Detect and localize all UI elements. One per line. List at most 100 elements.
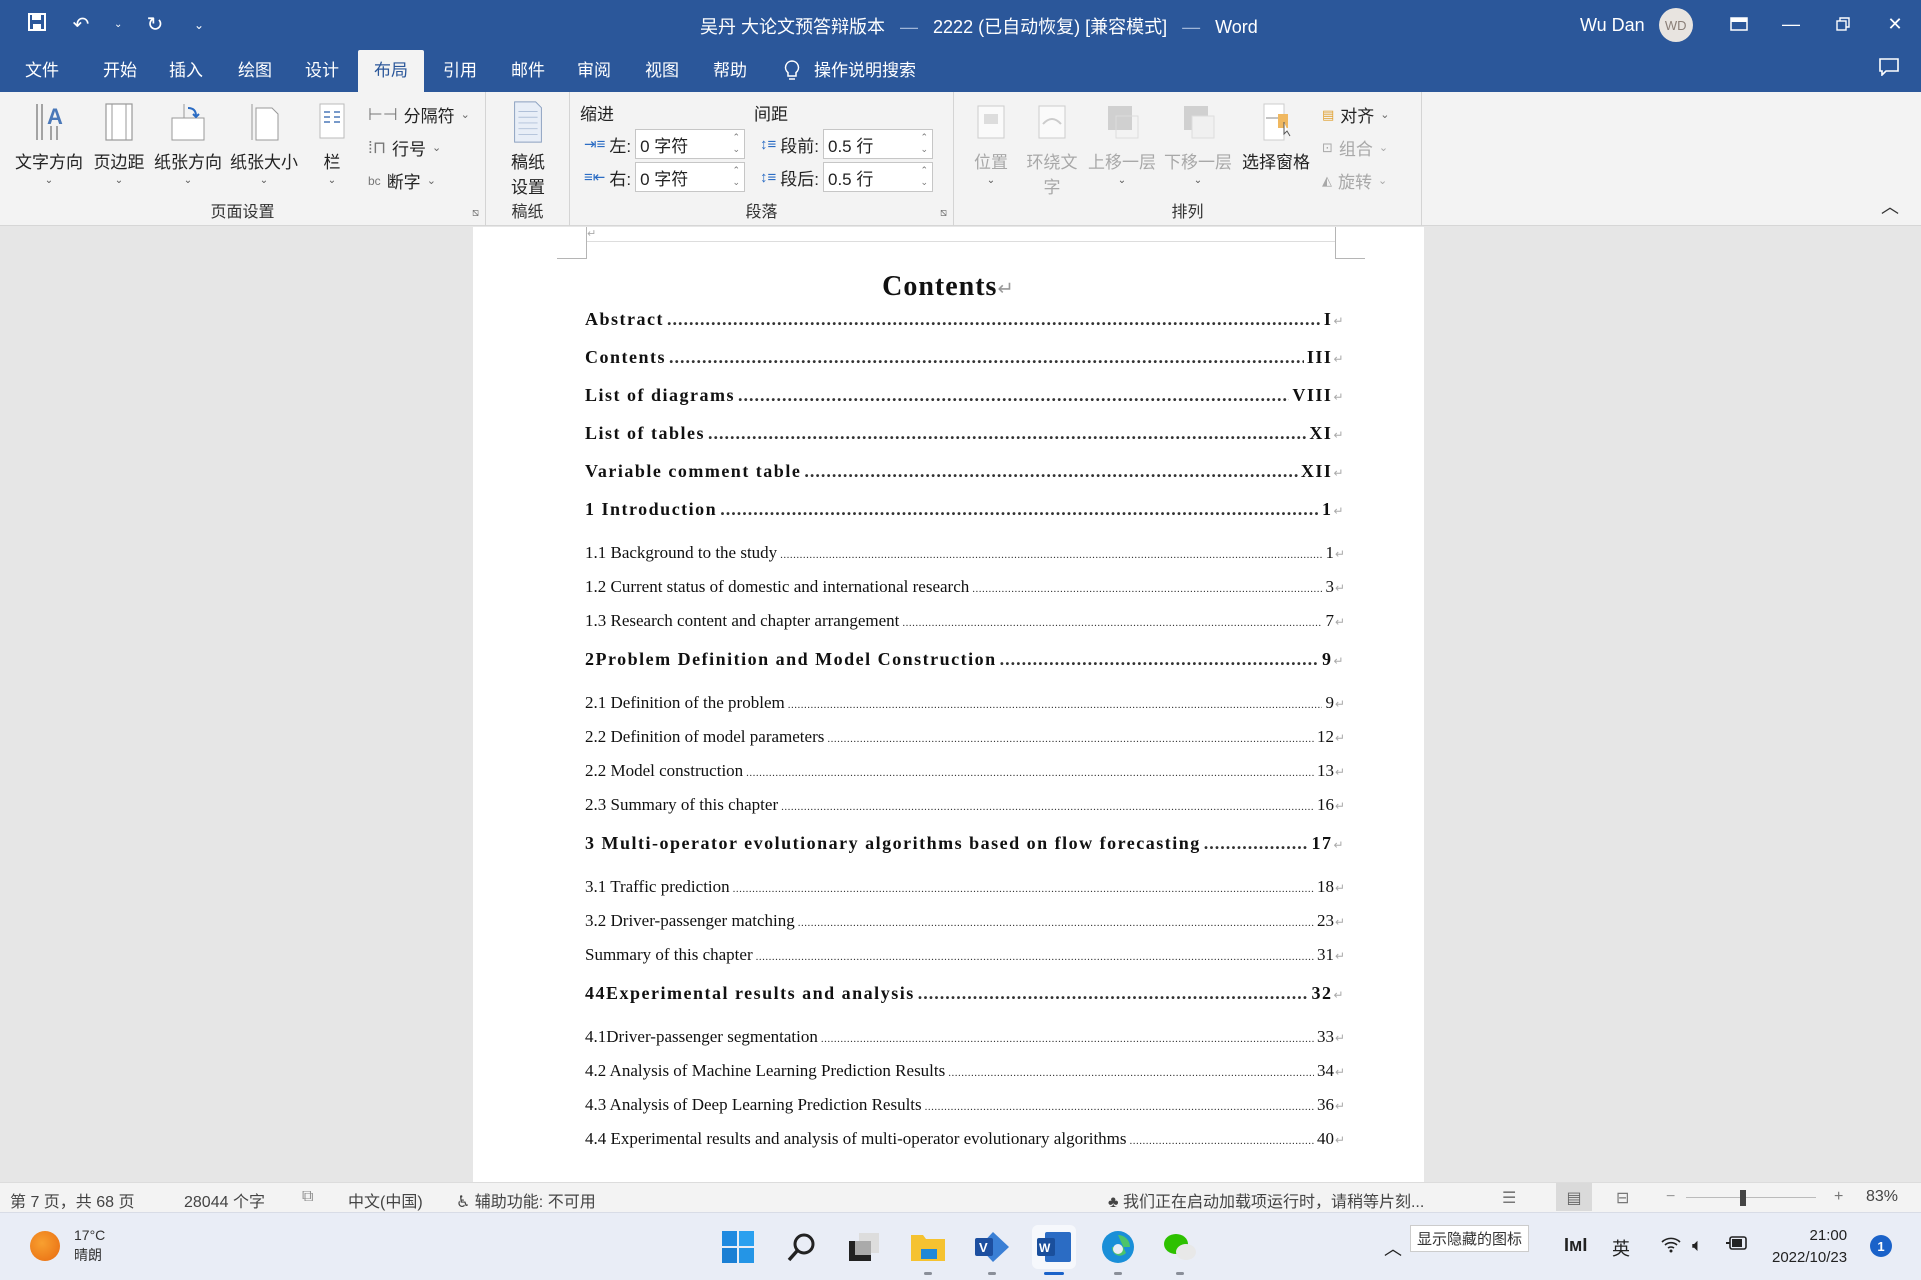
- redo-icon[interactable]: ↻: [144, 12, 166, 37]
- customize-icon[interactable]: ⌄: [188, 18, 210, 32]
- document-page[interactable]: ↵ Contents↵ AbstractI↵ContentsIII↵List o…: [473, 227, 1424, 1182]
- line-numbers-button[interactable]: ⁞⊓ 行号 ⌄: [368, 135, 441, 160]
- proofing-icon[interactable]: ⧉: [302, 1188, 313, 1206]
- spacing-after-input[interactable]: 0.5 行 ⌃ ⌄: [823, 162, 933, 192]
- page-count[interactable]: 第 7 页，共 68 页: [10, 1188, 134, 1212]
- indent-left-spinner[interactable]: ⌃ ⌄: [733, 131, 741, 155]
- toc-entry[interactable]: Contents III↵: [585, 347, 1345, 368]
- file-explorer-button[interactable]: [906, 1225, 950, 1275]
- battery-icon[interactable]: [1726, 1235, 1750, 1256]
- tab-layout[interactable]: 布局: [358, 50, 424, 92]
- zoom-level[interactable]: 83%: [1866, 1188, 1898, 1206]
- toc-entry[interactable]: List of tables XI↵: [585, 423, 1345, 444]
- rotate-button[interactable]: ◭ 旋转 ⌄: [1322, 168, 1387, 193]
- undo-dropdown-icon[interactable]: ⌄: [114, 19, 122, 30]
- toc-entry[interactable]: Summary of this chapter 31↵: [585, 945, 1345, 965]
- indent-left-input[interactable]: 0 字符 ⌃ ⌄: [635, 129, 746, 159]
- toc-entry[interactable]: List of diagrams VIII↵: [585, 385, 1345, 406]
- minimize-button[interactable]: —: [1767, 6, 1815, 42]
- tab-draw[interactable]: 绘图: [227, 50, 283, 92]
- tab-insert[interactable]: 插入: [158, 50, 214, 92]
- toc-entry[interactable]: 44Experimental results and analysis 32↵: [585, 983, 1345, 1004]
- orientation-button[interactable]: 纸张方向 ⌄: [152, 100, 224, 186]
- size-button[interactable]: 纸张大小 ⌄: [228, 100, 300, 186]
- bring-forward-button[interactable]: 上移一层 ⌄: [1086, 100, 1158, 186]
- tab-view[interactable]: 视图: [634, 50, 690, 92]
- toc-entry[interactable]: 1.3 Research content and chapter arrange…: [585, 611, 1345, 631]
- search-button[interactable]: [780, 1225, 824, 1269]
- toc-entry[interactable]: 1 Introduction 1↵: [585, 499, 1345, 520]
- accessibility-status[interactable]: ♿︎ 辅助功能: 不可用: [456, 1188, 596, 1212]
- spacing-before-spinner[interactable]: ⌃ ⌄: [920, 131, 928, 155]
- toc-entry[interactable]: 4.3 Analysis of Deep Learning Prediction…: [585, 1095, 1345, 1115]
- indent-right-input[interactable]: 0 字符 ⌃ ⌄: [635, 162, 746, 192]
- system-clock[interactable]: 21:00 2022/10/23: [1772, 1225, 1847, 1269]
- tab-mailings[interactable]: 邮件: [500, 50, 556, 92]
- toc-entry[interactable]: 4.4 Experimental results and analysis of…: [585, 1129, 1345, 1149]
- weather-sun-icon[interactable]: [30, 1231, 60, 1261]
- columns-button[interactable]: 栏 ⌄: [312, 100, 352, 186]
- zoom-in-button[interactable]: +: [1834, 1188, 1843, 1206]
- zoom-slider-thumb[interactable]: [1740, 1190, 1746, 1206]
- comments-button[interactable]: [1879, 58, 1899, 82]
- wrap-text-button[interactable]: 环绕文 字: [1024, 100, 1080, 198]
- word-count[interactable]: 28044 个字: [184, 1188, 265, 1212]
- tab-file[interactable]: 文件: [14, 50, 70, 92]
- tab-review[interactable]: 审阅: [566, 50, 622, 92]
- wechat-button[interactable]: [1158, 1225, 1202, 1275]
- toc-entry[interactable]: Abstract I↵: [585, 309, 1345, 330]
- toc-entry[interactable]: 2.1 Definition of the problem 9↵: [585, 693, 1345, 713]
- toc-entry[interactable]: 4.2 Analysis of Machine Learning Predict…: [585, 1061, 1345, 1081]
- ime-icon[interactable]: IᴍI: [1564, 1235, 1587, 1256]
- start-button[interactable]: [716, 1225, 760, 1269]
- toc-entry[interactable]: 4.1Driver-passenger segmentation 33↵: [585, 1027, 1345, 1047]
- task-view-button[interactable]: [842, 1225, 886, 1269]
- zoom-out-button[interactable]: −: [1666, 1188, 1675, 1206]
- undo-icon[interactable]: ↶: [70, 12, 92, 37]
- input-mode[interactable]: 英: [1612, 1235, 1630, 1261]
- wifi-icon[interactable]: [1660, 1235, 1682, 1258]
- visio-button[interactable]: V: [970, 1225, 1014, 1275]
- toc-entry[interactable]: 2.2 Definition of model parameters 12↵: [585, 727, 1345, 747]
- toc-entry[interactable]: 1.1 Background to the study 1↵: [585, 543, 1345, 563]
- tab-design[interactable]: 设计: [294, 50, 350, 92]
- toc-entry[interactable]: Variable comment table XII↵: [585, 461, 1345, 482]
- tab-home[interactable]: 开始: [92, 50, 148, 92]
- print-layout-button[interactable]: ▤: [1556, 1183, 1592, 1211]
- paragraph-launcher-icon[interactable]: ⧅: [940, 207, 947, 220]
- language[interactable]: 中文(中国): [348, 1188, 423, 1212]
- breaks-button[interactable]: ⊢⊣ 分隔符 ⌄: [368, 102, 470, 127]
- selection-pane-button[interactable]: 选择窗格: [1238, 100, 1314, 173]
- spacing-before-input[interactable]: 0.5 行 ⌃ ⌄: [823, 129, 933, 159]
- collapse-ribbon-button[interactable]: ︿: [1881, 193, 1899, 219]
- toc-entry[interactable]: 2.3 Summary of this chapter 16↵: [585, 795, 1345, 815]
- page-setup-launcher-icon[interactable]: ⧅: [472, 207, 479, 220]
- document-area[interactable]: ↵ Contents↵ AbstractI↵ContentsIII↵List o…: [0, 227, 1921, 1182]
- word-button[interactable]: W: [1032, 1225, 1076, 1275]
- focus-mode-icon[interactable]: ☰: [1502, 1188, 1516, 1208]
- toc-entry[interactable]: 3 Multi-operator evolutionary algorithms…: [585, 833, 1345, 854]
- margins-button[interactable]: 页边距 ⌄: [90, 100, 148, 186]
- volume-icon[interactable]: 🔈︎: [1692, 1235, 1703, 1256]
- toc-entry[interactable]: 3.2 Driver-passenger matching 23↵: [585, 911, 1345, 931]
- text-direction-button[interactable]: A 文字方向 ⌄: [12, 100, 86, 186]
- tab-help[interactable]: 帮助: [702, 50, 758, 92]
- user-account[interactable]: Wu Dan WD: [1580, 8, 1693, 42]
- position-button[interactable]: 位置 ⌄: [968, 100, 1014, 186]
- indent-right-spinner[interactable]: ⌃ ⌄: [733, 164, 741, 188]
- toc-entry[interactable]: 2Problem Definition and Model Constructi…: [585, 649, 1345, 670]
- weather-widget[interactable]: 17°C 晴朗: [74, 1225, 105, 1265]
- tab-references[interactable]: 引用: [432, 50, 488, 92]
- send-backward-button[interactable]: 下移一层 ⌄: [1162, 100, 1234, 186]
- manuscript-setup-button[interactable]: 稿纸 设置: [496, 100, 560, 198]
- avatar[interactable]: WD: [1658, 8, 1693, 42]
- edge-button[interactable]: [1096, 1225, 1140, 1275]
- show-hidden-icons-button[interactable]: ︿: [1384, 1235, 1402, 1261]
- hyphenation-button[interactable]: bc 断字 ⌄: [368, 168, 436, 193]
- save-icon[interactable]: [26, 12, 48, 37]
- spacing-after-spinner[interactable]: ⌃ ⌄: [920, 164, 928, 188]
- toc-entry[interactable]: 3.1 Traffic prediction 18↵: [585, 877, 1345, 897]
- align-button[interactable]: ▤ 对齐 ⌄: [1322, 102, 1390, 127]
- restore-button[interactable]: [1819, 6, 1867, 42]
- toc-entry[interactable]: 2.2 Model construction 13↵: [585, 761, 1345, 781]
